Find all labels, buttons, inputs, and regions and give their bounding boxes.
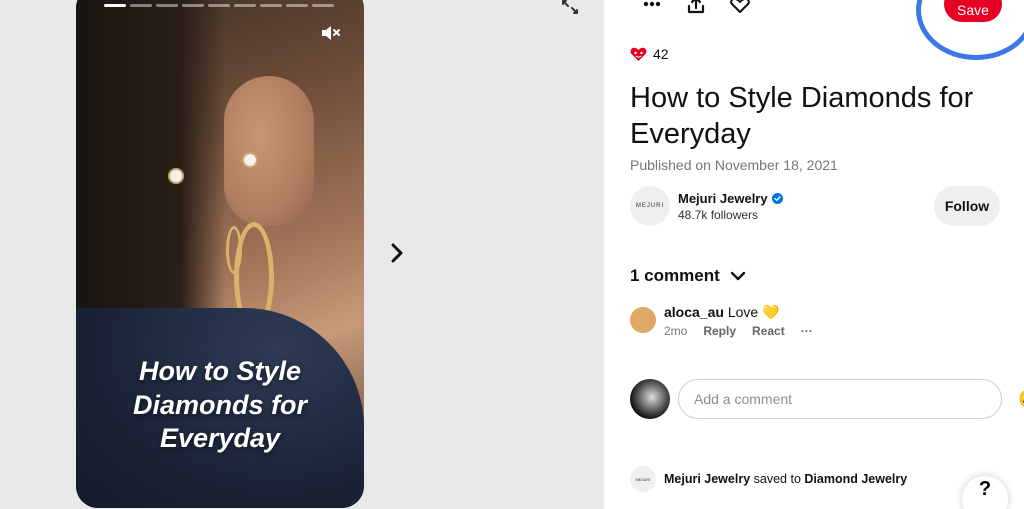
progress-segment xyxy=(208,4,230,7)
save-button[interactable]: Save xyxy=(944,0,1002,22)
creator-avatar[interactable]: MEJURI xyxy=(630,186,670,226)
saver-avatar[interactable]: MEJURI xyxy=(630,466,656,492)
comments-count: 1 comment xyxy=(630,266,720,285)
board-name[interactable]: Diamond Jewelry xyxy=(804,472,907,486)
comment-time: 2mo xyxy=(664,324,688,338)
reactions[interactable]: 42 xyxy=(630,46,669,62)
comments-toggle[interactable]: 1 comment xyxy=(630,266,746,286)
commenter-name[interactable]: aloca_au xyxy=(664,304,724,320)
ear-visual xyxy=(224,76,314,226)
heart-eyes-reaction-icon xyxy=(630,47,647,61)
mute-icon[interactable] xyxy=(320,24,342,42)
heart-icon[interactable] xyxy=(728,0,752,14)
comment-item: aloca_au Love 💛 2mo Reply React ··· xyxy=(630,304,813,338)
emoji-picker-icon[interactable]: 😃 xyxy=(1018,389,1024,409)
creator-name-row: Mejuri Jewelry xyxy=(678,191,783,206)
progress-segment xyxy=(234,4,256,7)
comment-input[interactable] xyxy=(678,379,1002,419)
story-progress-bar xyxy=(104,4,334,7)
creator-name[interactable]: Mejuri Jewelry xyxy=(678,191,768,206)
saved-action: saved to xyxy=(753,472,801,486)
story-title-line: How to Style xyxy=(138,356,301,386)
follow-button[interactable]: Follow xyxy=(934,186,1000,226)
saved-activity-text: Mejuri Jewelry saved to Diamond Jewelry xyxy=(664,472,907,486)
pin-title: How to Style Diamonds for Everyday xyxy=(630,82,974,150)
commenter-avatar[interactable] xyxy=(630,307,656,333)
verified-check-icon xyxy=(771,192,783,204)
user-avatar[interactable] xyxy=(630,379,670,419)
closeup-media-area: How to Style Diamonds for Everyday xyxy=(0,0,604,509)
comment-meta: 2mo Reply React ··· xyxy=(664,324,813,338)
story-title-line: Diamonds for xyxy=(132,389,307,420)
pin-details-panel: Save 42 How to Style Diamonds for Everyd… xyxy=(604,0,1024,509)
comment-input-wrapper: 😃 xyxy=(678,379,1024,419)
more-options-icon[interactable] xyxy=(640,0,664,14)
progress-segment xyxy=(312,4,334,7)
next-page-chevron-icon[interactable] xyxy=(387,240,407,266)
react-button[interactable]: React xyxy=(752,324,785,338)
help-button[interactable]: ? xyxy=(962,476,1008,509)
progress-segment xyxy=(260,4,282,7)
story-title-overlay: How to Style Diamonds for Everyday xyxy=(90,355,350,456)
earring-stud xyxy=(244,154,256,166)
comment-more-options-icon[interactable]: ··· xyxy=(801,324,813,338)
expand-icon[interactable] xyxy=(560,0,580,14)
comment-text: Love 💛 xyxy=(727,304,780,320)
earring-stud xyxy=(170,170,182,182)
progress-segment xyxy=(104,4,126,7)
creator-followers: 48.7k followers xyxy=(678,207,759,222)
share-icon[interactable] xyxy=(684,0,708,14)
comment-line: aloca_au Love 💛 xyxy=(664,304,813,321)
add-comment-row: 😃 xyxy=(630,379,1024,419)
published-date: Published on November 18, 2021 xyxy=(630,157,838,173)
pin-action-icons xyxy=(640,0,752,14)
story-title-line: Everyday xyxy=(159,423,281,453)
progress-segment xyxy=(182,4,204,7)
progress-segment xyxy=(130,4,152,7)
progress-segment xyxy=(286,4,308,7)
chevron-down-icon xyxy=(730,271,745,281)
saver-name[interactable]: Mejuri Jewelry xyxy=(664,472,750,486)
saved-activity: MEJURI Mejuri Jewelry saved to Diamond J… xyxy=(630,466,907,492)
reply-button[interactable]: Reply xyxy=(703,324,736,338)
creator-card[interactable]: MEJURI Mejuri Jewelry 48.7k followers xyxy=(630,186,783,226)
reaction-count: 42 xyxy=(653,46,669,62)
hoop-earring xyxy=(226,226,242,274)
progress-segment xyxy=(156,4,178,7)
